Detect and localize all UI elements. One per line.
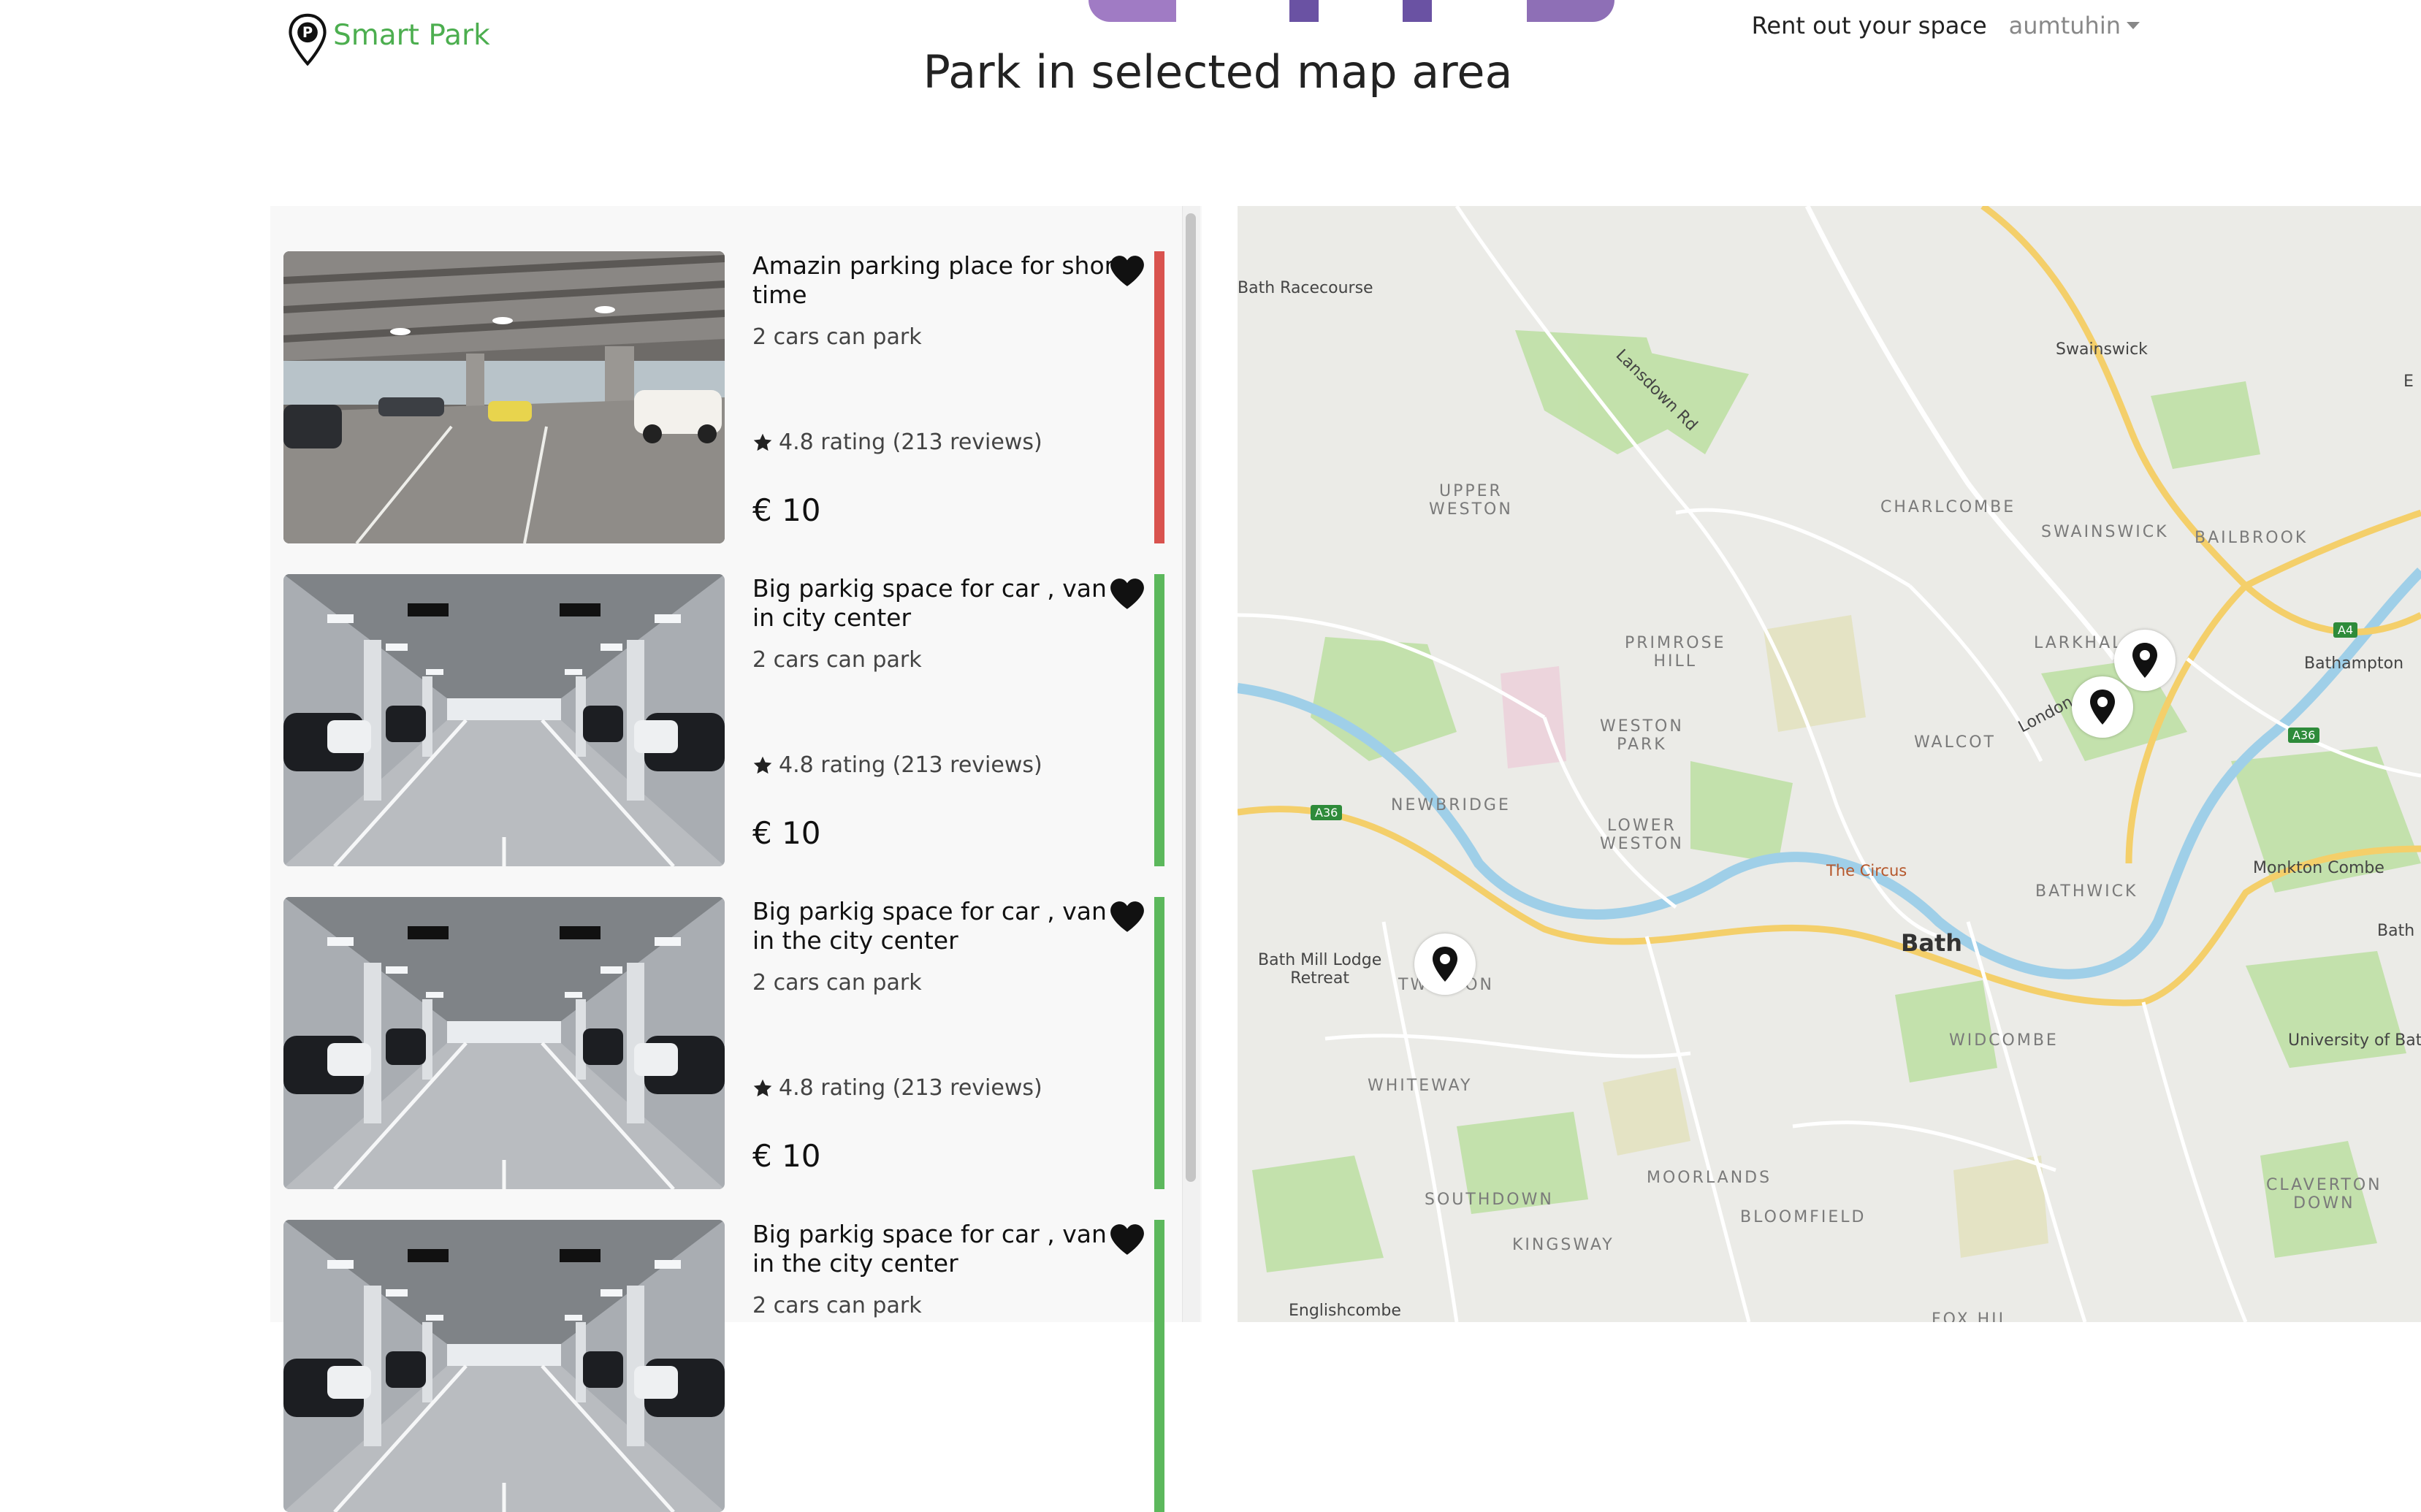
- map-label: WIDCOMBE: [1949, 1031, 2059, 1050]
- map-label: Monkton Combe: [2253, 859, 2384, 877]
- listing-card[interactable]: Amazin parking place for short time 2 ca…: [283, 251, 1176, 543]
- map-marker-larkhall[interactable]: [2114, 630, 2176, 691]
- heart-icon[interactable]: [1109, 254, 1145, 288]
- listing-card[interactable]: Big parkig space for car , van in the ci…: [283, 1220, 1176, 1512]
- listing-capacity: 2 cars can park: [752, 324, 922, 350]
- header-decoration: [1081, 0, 1622, 23]
- listing-capacity: 2 cars can park: [752, 1293, 922, 1318]
- listing-title[interactable]: Big parkig space for car , van in the ci…: [752, 1220, 1132, 1278]
- svg-text:P: P: [302, 24, 313, 41]
- listing-card[interactable]: Big parkig space for car , van in the ci…: [283, 897, 1176, 1189]
- page-title: Park in selected map area: [923, 45, 1513, 99]
- map-label: WHITEWAY: [1368, 1077, 1473, 1095]
- availability-indicator: [1154, 897, 1164, 1189]
- chevron-down-icon: [2127, 22, 2140, 29]
- user-menu-dropdown[interactable]: aumtuhin: [2009, 12, 2140, 39]
- map-label: E: [2403, 373, 2414, 391]
- map-label: Bath Mill Lodge Retreat: [1258, 951, 1382, 988]
- top-navigation: Rent out your space aumtuhin: [1752, 12, 2140, 39]
- map-label: LOWER WESTON: [1600, 817, 1684, 853]
- map-label: SOUTHDOWN: [1425, 1191, 1554, 1209]
- availability-indicator: [1154, 1220, 1164, 1512]
- map-label: NEWBRIDGE: [1391, 796, 1511, 814]
- listing-title[interactable]: Big parkig space for car , van in the ci…: [752, 897, 1132, 955]
- map-label: CLAVERTON DOWN: [2266, 1176, 2382, 1213]
- map-label: KINGSWAY: [1512, 1236, 1614, 1254]
- map-label: BLOOMFIELD: [1740, 1208, 1867, 1226]
- availability-indicator: [1154, 251, 1164, 543]
- listing-photo[interactable]: [283, 574, 725, 866]
- map-label: Bath: [2377, 922, 2415, 940]
- user-name: aumtuhin: [2008, 12, 2121, 39]
- map-label: University of Bat: [2288, 1031, 2421, 1050]
- map-label: CHARLCOMBE: [1880, 498, 2016, 516]
- availability-indicator: [1154, 574, 1164, 866]
- map-label: Swainswick: [2056, 340, 2148, 359]
- listing-title[interactable]: Big parkig space for car , van in city c…: [752, 574, 1132, 633]
- road-shield: A36: [1311, 805, 1343, 820]
- map-label: Bathampton: [2304, 654, 2404, 673]
- listing-rating: 4.8 rating (213 reviews): [752, 429, 1042, 455]
- scrollbar-thumb[interactable]: [1186, 213, 1196, 1182]
- map-label: The Circus: [1826, 862, 1907, 879]
- map-label: MOORLANDS: [1647, 1169, 1772, 1187]
- listing-price: € 10: [752, 815, 821, 851]
- road-shield: A36: [2288, 728, 2320, 743]
- road-shield: A4: [2333, 622, 2358, 638]
- map-label: Bath Racecourse: [1238, 279, 1373, 297]
- map-label: Bath: [1901, 929, 1963, 957]
- map-label: BAILBROOK: [2195, 529, 2308, 547]
- listing-capacity: 2 cars can park: [752, 970, 922, 996]
- map-label: WESTON PARK: [1600, 717, 1684, 754]
- rent-out-link[interactable]: Rent out your space: [1752, 12, 1987, 39]
- location-pin-icon: [2090, 690, 2115, 725]
- map-label: UPPER WESTON: [1429, 482, 1513, 519]
- listing-photo[interactable]: [283, 251, 725, 543]
- listing-photo[interactable]: [283, 1220, 725, 1512]
- listing-capacity: 2 cars can park: [752, 647, 922, 673]
- rating-text: 4.8 rating (213 reviews): [779, 752, 1042, 778]
- rating-text: 4.8 rating (213 reviews): [779, 429, 1042, 455]
- map-marker-twerton[interactable]: [1414, 933, 1476, 995]
- map-label: WALCOT: [1914, 733, 1996, 752]
- map-view[interactable]: Bath Racecourse Swainswick Lansdown Rd U…: [1238, 206, 2421, 1322]
- heart-icon[interactable]: [1109, 1223, 1145, 1256]
- star-icon: [752, 1078, 773, 1099]
- map-label: PRIMROSE HILL: [1625, 634, 1726, 671]
- heart-icon[interactable]: [1109, 577, 1145, 611]
- map-label: SWAINSWICK: [2041, 523, 2169, 541]
- listing-card[interactable]: Big parkig space for car , van in city c…: [283, 574, 1176, 866]
- listing-price: € 10: [752, 1138, 821, 1174]
- listing-rating: 4.8 rating (213 reviews): [752, 752, 1042, 778]
- map-marker-london-road[interactable]: [2072, 676, 2133, 738]
- listing-price: € 10: [752, 492, 821, 528]
- star-icon: [752, 432, 773, 453]
- map-label: BATHWICK: [2035, 882, 2138, 901]
- map-label: FOX HIL: [1932, 1310, 2010, 1322]
- location-pin-icon: [2132, 643, 2157, 678]
- map-label: Englishcombe: [1289, 1302, 1401, 1320]
- map-label: LARKHAL: [2034, 634, 2124, 652]
- map-tiles: [1238, 206, 2421, 1322]
- listing-rating: 4.8 rating (213 reviews): [752, 1075, 1042, 1101]
- heart-icon[interactable]: [1109, 900, 1145, 933]
- star-icon: [752, 755, 773, 776]
- location-pin-icon: [1433, 947, 1457, 982]
- listing-title[interactable]: Amazin parking place for short time: [752, 251, 1132, 310]
- listing-photo[interactable]: [283, 897, 725, 1189]
- rating-text: 4.8 rating (213 reviews): [779, 1075, 1042, 1101]
